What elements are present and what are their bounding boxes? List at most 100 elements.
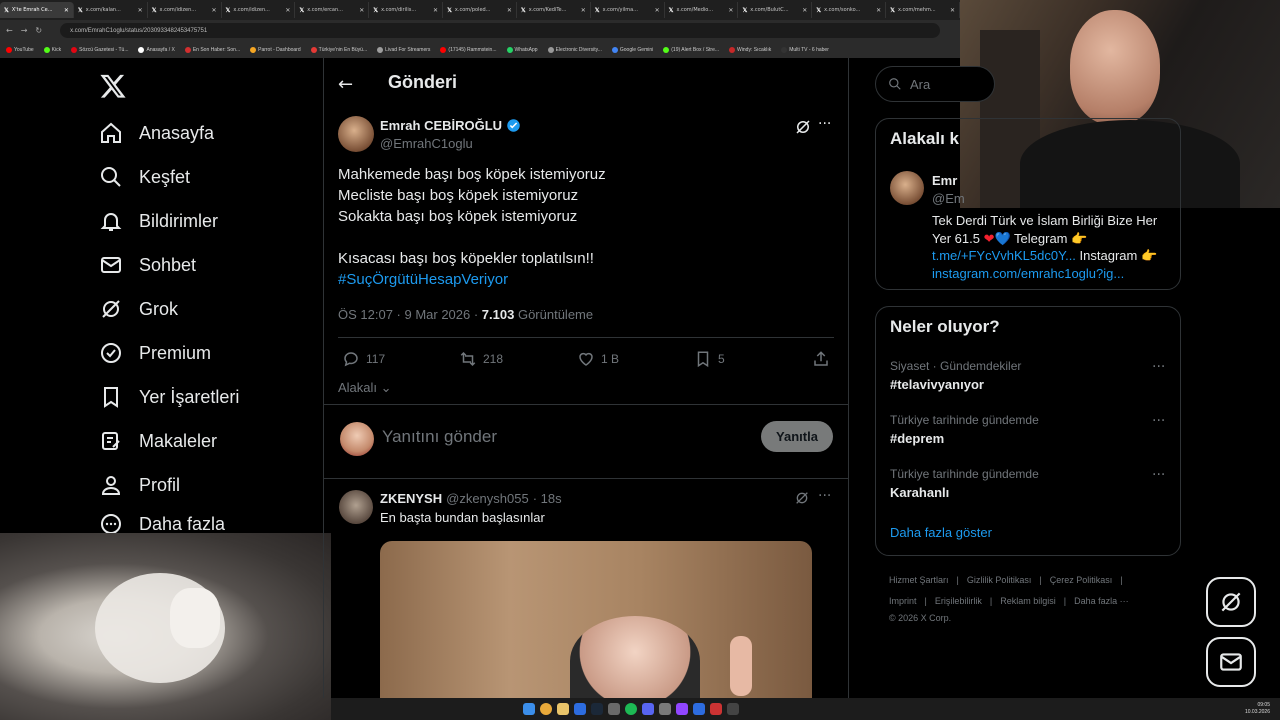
footer-link[interactable]: Erişilebilirlik (935, 596, 982, 606)
bookmark-item[interactable]: Kick (43, 46, 61, 53)
close-icon[interactable]: ✕ (359, 7, 364, 14)
close-icon[interactable]: ✕ (64, 7, 69, 14)
share-icon[interactable] (812, 350, 830, 368)
messages-fab[interactable] (1206, 637, 1256, 687)
bookmark-action[interactable]: 5 (694, 350, 725, 368)
sidebar-item-notifications[interactable]: Bildirimler (99, 206, 218, 236)
footer-link[interactable]: Hizmet Şartları (889, 575, 949, 585)
bookmark-item[interactable]: En Son Haber: Son... (184, 46, 240, 53)
close-icon[interactable]: ✕ (876, 7, 881, 14)
browser-tab[interactable]: 𝕏x.com/idizen... ✕ (222, 2, 296, 18)
browser-tab[interactable]: 𝕏x.com/kalan... ✕ (74, 2, 148, 18)
sidebar-item-premium[interactable]: Premium (99, 338, 211, 368)
close-icon[interactable]: ✕ (138, 7, 143, 14)
footer-link[interactable]: Çerez Politikası (1050, 575, 1113, 585)
url-field[interactable]: x.com/EmrahC1oglu/status/203093348245347… (60, 23, 941, 38)
browser-tab[interactable]: 𝕏x.com/mehm... ✕ (886, 2, 960, 18)
sidebar-item-messages[interactable]: Sohbet (99, 250, 196, 280)
telegram-link[interactable]: t.me/+FYcVvhKL5dc0Y... (932, 248, 1076, 263)
trend-item[interactable]: Türkiye tarihinde gündemde Karahanlı (890, 467, 1039, 500)
close-icon[interactable]: ✕ (802, 7, 807, 14)
more-options-icon[interactable]: ··· (818, 116, 831, 132)
sidebar-item-grok[interactable]: Grok (99, 294, 178, 324)
reload-icon[interactable]: ↻ (35, 26, 42, 35)
app-icon[interactable] (574, 703, 586, 715)
footer-link[interactable]: Reklam bilgisi (1000, 596, 1056, 606)
instagram-link[interactable]: instagram.com/emrahc1oglu?ig... (932, 265, 1177, 283)
reply-author-name[interactable]: ZKENYSH (380, 491, 442, 506)
show-more-link[interactable]: Daha fazla göster (890, 525, 992, 540)
browser-tab[interactable]: 𝕏x.com/sonko... ✕ (812, 2, 887, 18)
bookmark-item[interactable]: Livad For Streamers (377, 46, 430, 53)
close-icon[interactable]: ✕ (433, 7, 438, 14)
sidebar-item-explore[interactable]: Keşfet (99, 162, 190, 192)
reply-media-image[interactable] (380, 541, 812, 698)
footer-link[interactable]: Gizlilik Politikası (967, 575, 1032, 585)
grok-icon[interactable] (794, 490, 810, 506)
more-options-icon[interactable]: ··· (1152, 359, 1165, 375)
trend-item[interactable]: Siyaset · Gündemdekiler #telavivyanıyor (890, 359, 1021, 392)
steam-icon[interactable] (591, 703, 603, 715)
back-arrow-icon[interactable]: ← (6, 26, 13, 35)
related-handle[interactable]: @Em (932, 191, 965, 206)
user-avatar[interactable] (340, 422, 374, 456)
browser-tab[interactable]: 𝕏x.com/Medio... ✕ (665, 2, 739, 18)
grok-fab[interactable] (1206, 577, 1256, 627)
browser-tab[interactable]: 𝕏x.com/BulutC... ✕ (738, 2, 813, 18)
related-avatar[interactable] (890, 171, 924, 205)
more-options-icon[interactable]: ··· (1152, 413, 1165, 429)
author-avatar[interactable] (338, 116, 374, 152)
relevant-dropdown[interactable]: Alakalı ⌄ (338, 380, 392, 396)
app-icon[interactable] (659, 703, 671, 715)
bookmark-item[interactable]: Google Gemini (611, 46, 653, 53)
browser-tab[interactable]: 𝕏 X'te Emrah Ce... ✕ (0, 2, 74, 18)
reply-button[interactable]: Yanıtla (761, 421, 833, 452)
close-icon[interactable]: ✕ (285, 7, 290, 14)
bookmark-item[interactable]: Windy: Sıcaklık (729, 46, 771, 53)
browser-tab[interactable]: 𝕏x.com/KediTe... ✕ (517, 2, 591, 18)
browser-tab[interactable]: 𝕏x.com/yilma... ✕ (591, 2, 665, 18)
repost-action[interactable]: 218 (459, 350, 503, 368)
folder-icon[interactable] (557, 703, 569, 715)
grok-icon[interactable] (794, 118, 812, 136)
more-options-icon[interactable]: ··· (818, 488, 831, 504)
post-time[interactable]: ÖS 12:07 · 9 Mar 2026 · (338, 307, 482, 322)
forward-arrow-icon[interactable]: → (21, 26, 28, 35)
more-options-icon[interactable]: ··· (1152, 467, 1165, 483)
bookmark-item[interactable]: Multi TV - 6 haber (781, 46, 829, 53)
related-name[interactable]: Emr (932, 173, 957, 188)
bookmark-item[interactable]: Sözcü Gazetesi - Tü... (71, 46, 128, 53)
bookmark-item[interactable]: YouTube (6, 46, 34, 53)
sidebar-item-articles[interactable]: Makaleler (99, 426, 217, 456)
close-icon[interactable]: ✕ (507, 7, 512, 14)
reply-author-handle[interactable]: @zkenysh055 (446, 491, 529, 506)
bookmark-item[interactable]: Parrot - Dashboard (250, 46, 301, 53)
close-icon[interactable]: ✕ (212, 7, 217, 14)
browser-tab[interactable]: 𝕏x.com/dirilis... ✕ (369, 2, 444, 18)
trend-item[interactable]: Türkiye tarihinde gündemde #deprem (890, 413, 1039, 446)
app-icon[interactable] (608, 703, 620, 715)
twitch-icon[interactable] (676, 703, 688, 715)
bookmark-item[interactable]: (19) Alert Box / Stre... (663, 46, 719, 53)
app-icon[interactable] (727, 703, 739, 715)
sidebar-item-profile[interactable]: Profil (99, 470, 180, 500)
bookmark-item[interactable]: (17145) Rammstein... (440, 46, 497, 53)
hashtag-link[interactable]: #SuçÖrgütüHesapVeriyor (338, 269, 818, 290)
bookmark-item[interactable]: Anasayfa / X (138, 46, 175, 53)
chrome-icon[interactable] (540, 703, 552, 715)
app-icon[interactable] (710, 703, 722, 715)
browser-tab[interactable]: 𝕏x.com/idizen... ✕ (148, 2, 222, 18)
reply-action[interactable]: 117 (342, 350, 385, 368)
like-action[interactable]: 1 B (577, 350, 619, 368)
sidebar-item-bookmarks[interactable]: Yer İşaretleri (99, 382, 239, 412)
author-name[interactable]: Emrah CEBİROĞLU (380, 118, 502, 133)
close-icon[interactable]: ✕ (655, 7, 660, 14)
x-logo-icon[interactable] (99, 72, 127, 100)
bookmark-item[interactable]: Türkiye'nin En Büyü... (310, 46, 367, 53)
footer-link[interactable]: Daha fazla ··· (1074, 596, 1129, 606)
back-arrow-icon[interactable]: ← (338, 74, 353, 95)
browser-tab[interactable]: 𝕏x.com/ercan... ✕ (295, 2, 370, 18)
system-clock[interactable]: 09:05 10.03.2026 (1245, 702, 1270, 716)
close-icon[interactable]: ✕ (581, 7, 586, 14)
search-box[interactable]: Ara (875, 66, 995, 102)
